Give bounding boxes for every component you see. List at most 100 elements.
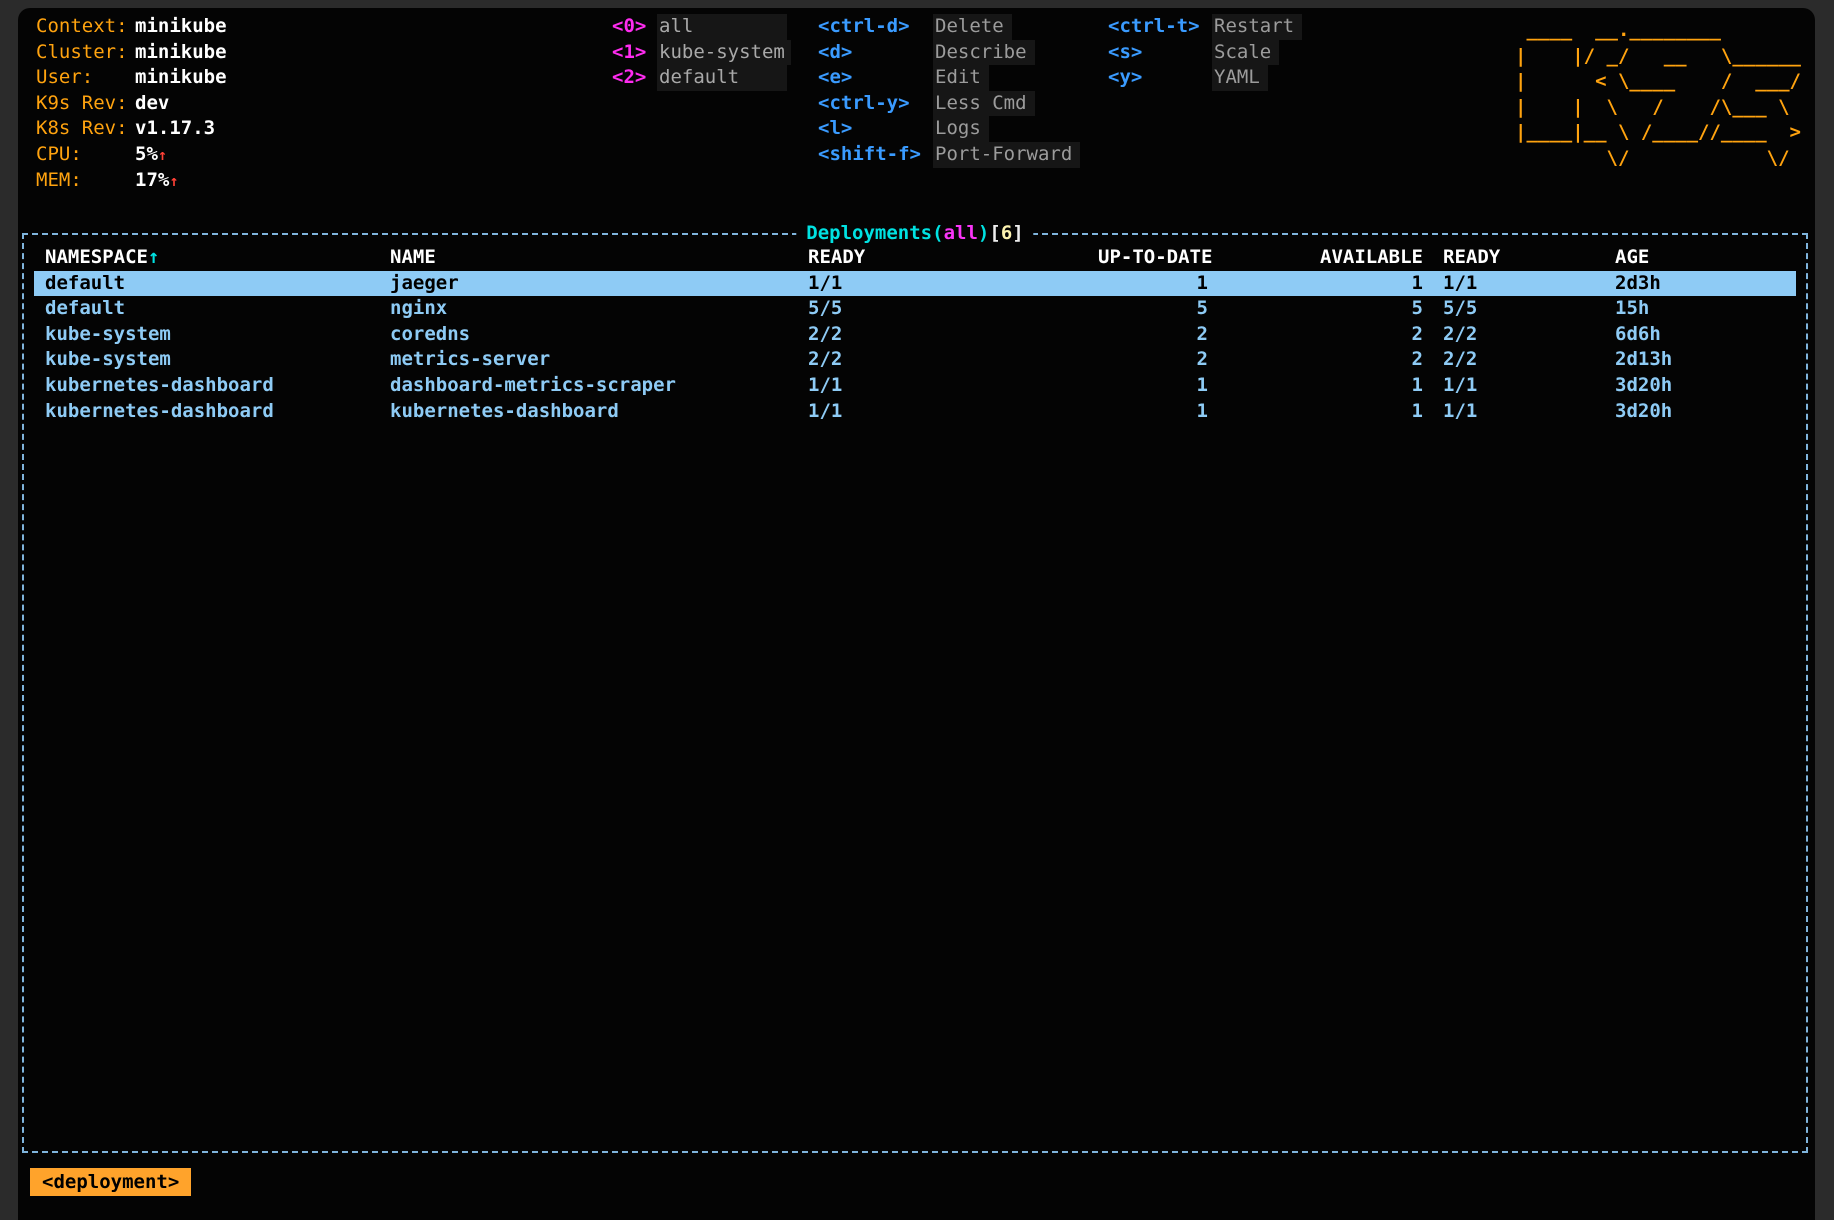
info-label: MEM:	[36, 168, 135, 194]
cell-age: 3d20h	[1615, 373, 1796, 399]
info-label: CPU:	[36, 142, 135, 168]
cell-name: kubernetes-dashboard	[390, 399, 808, 425]
cell-age: 2d3h	[1615, 271, 1796, 297]
table-title-bracket: [	[989, 222, 1000, 244]
shortcut-menu-2: <ctrl-t>Restart <s>Scale <y>YAML	[1108, 14, 1302, 91]
col-header-label: NAMESPACE	[45, 246, 148, 268]
info-k9s-rev: K9s Rev:dev	[36, 91, 227, 117]
logo-line: |____|__ \ /____//____ >	[1515, 120, 1812, 146]
menu-item-delete[interactable]: <ctrl-d>Delete	[818, 14, 1080, 40]
table-title-namespace: all	[944, 222, 978, 244]
hotkey: <e>	[818, 65, 933, 91]
col-header-namespace[interactable]: NAMESPACE↑	[34, 245, 390, 271]
cell-ready: 5/5	[808, 296, 1098, 322]
info-k8s-rev: K8s Rev:v1.17.3	[36, 116, 227, 142]
cell-name: dashboard-metrics-scraper	[390, 373, 808, 399]
col-header-available[interactable]: AVAILABLE	[1208, 245, 1423, 271]
menu-item-restart[interactable]: <ctrl-t>Restart	[1108, 14, 1302, 40]
col-header-age[interactable]: AGE	[1615, 245, 1796, 271]
menu-label: Port-Forward	[933, 142, 1080, 168]
info-value: v1.17.3	[135, 117, 215, 139]
table-row[interactable]: default jaeger 1/1 1 1 1/1 2d3h	[34, 271, 1796, 297]
cell-up-to-date: 2	[1098, 322, 1208, 348]
menu-label: Delete	[933, 14, 1012, 40]
info-context: Context:minikube	[36, 14, 227, 40]
col-header-ready2[interactable]: READY	[1423, 245, 1615, 271]
logo-line: \/ \/	[1515, 146, 1812, 172]
cpu-up-arrow-icon: ↑	[158, 146, 167, 164]
table-row[interactable]: kube-system coredns 2/2 2 2 2/2 6d6h	[34, 322, 1796, 348]
cell-name: jaeger	[390, 271, 808, 297]
cell-age: 2d13h	[1615, 347, 1796, 373]
k9s-terminal: Context:minikube Cluster:minikube User:m…	[18, 8, 1815, 1220]
logo-line: | < \____ / ___/	[1515, 69, 1812, 95]
col-header-name[interactable]: NAME	[390, 245, 808, 271]
cell-available: 5	[1208, 296, 1423, 322]
info-value: dev	[135, 92, 169, 114]
table-title-count: 6	[1001, 222, 1012, 244]
logo-line: | | \ / /\___ \	[1515, 95, 1812, 121]
cell-up-to-date: 2	[1098, 347, 1208, 373]
namespace-label: all	[657, 14, 787, 40]
cell-age: 6d6h	[1615, 322, 1796, 348]
menu-label: Logs	[933, 116, 989, 142]
cell-age: 15h	[1615, 296, 1796, 322]
cell-ready2: 1/1	[1423, 373, 1615, 399]
table-title-paren: )	[978, 222, 989, 244]
menu-label: Scale	[1212, 40, 1279, 66]
cell-available: 1	[1208, 399, 1423, 425]
cell-ready: 1/1	[808, 399, 1098, 425]
deployments-table: Deployments(all)[6] NAMESPACE↑ NAME READ…	[22, 233, 1808, 1153]
table-body: NAMESPACE↑ NAME READY UP-TO-DATE AVAILAB…	[34, 245, 1796, 424]
table-title-bracket: ]	[1012, 222, 1023, 244]
info-label: User:	[36, 65, 135, 91]
info-value: minikube	[135, 66, 227, 88]
shortcut-menu-1: <ctrl-d>Delete <d>Describe <e>Edit <ctrl…	[818, 14, 1080, 168]
hotkey: <ctrl-y>	[818, 91, 933, 117]
menu-item-edit[interactable]: <e>Edit	[818, 65, 1080, 91]
cell-namespace: kube-system	[34, 347, 390, 373]
info-label: Context:	[36, 14, 135, 40]
cell-ready2: 5/5	[1423, 296, 1615, 322]
table-row[interactable]: default nginx 5/5 5 5 5/5 15h	[34, 296, 1796, 322]
table-row[interactable]: kubernetes-dashboard kubernetes-dashboar…	[34, 399, 1796, 425]
namespace-item-default[interactable]: <2>default	[612, 65, 791, 91]
cell-namespace: kubernetes-dashboard	[34, 399, 390, 425]
hotkey: <2>	[612, 65, 657, 91]
cell-namespace: kubernetes-dashboard	[34, 373, 390, 399]
menu-item-less-cmd[interactable]: <ctrl-y>Less Cmd	[818, 91, 1080, 117]
namespace-item-kube-system[interactable]: <1>kube-system	[612, 40, 791, 66]
col-header-ready[interactable]: READY	[808, 245, 1098, 271]
menu-item-describe[interactable]: <d>Describe	[818, 40, 1080, 66]
cell-up-to-date: 1	[1098, 399, 1208, 425]
namespace-hotkeys: <0>all <1>kube-system <2>default	[612, 14, 791, 91]
cell-ready: 2/2	[808, 347, 1098, 373]
table-row[interactable]: kubernetes-dashboard dashboard-metrics-s…	[34, 373, 1796, 399]
info-label: K8s Rev:	[36, 116, 135, 142]
cell-up-to-date: 5	[1098, 296, 1208, 322]
hotkey: <l>	[818, 116, 933, 142]
table-title: Deployments(all)[6]	[796, 221, 1033, 247]
hotkey: <d>	[818, 40, 933, 66]
cell-name: coredns	[390, 322, 808, 348]
k9s-logo: ____ __.________ | |/ _/ __ \______ | < …	[1515, 18, 1812, 172]
info-label: Cluster:	[36, 40, 135, 66]
menu-item-scale[interactable]: <s>Scale	[1108, 40, 1302, 66]
cell-ready2: 1/1	[1423, 399, 1615, 425]
info-value: minikube	[135, 41, 227, 63]
cell-up-to-date: 1	[1098, 271, 1208, 297]
menu-item-logs[interactable]: <l>Logs	[818, 116, 1080, 142]
cell-name: metrics-server	[390, 347, 808, 373]
hotkey: <y>	[1108, 65, 1212, 91]
cell-available: 1	[1208, 271, 1423, 297]
table-title-resource: Deployments	[806, 222, 932, 244]
menu-item-port-forward[interactable]: <shift-f>Port-Forward	[818, 142, 1080, 168]
menu-item-yaml[interactable]: <y>YAML	[1108, 65, 1302, 91]
hotkey: <0>	[612, 14, 657, 40]
cell-namespace: default	[34, 296, 390, 322]
namespace-item-all[interactable]: <0>all	[612, 14, 791, 40]
hotkey: <s>	[1108, 40, 1212, 66]
table-row[interactable]: kube-system metrics-server 2/2 2 2 2/2 2…	[34, 347, 1796, 373]
breadcrumb-deployment[interactable]: <deployment>	[30, 1168, 191, 1196]
col-header-up-to-date[interactable]: UP-TO-DATE	[1098, 245, 1208, 271]
